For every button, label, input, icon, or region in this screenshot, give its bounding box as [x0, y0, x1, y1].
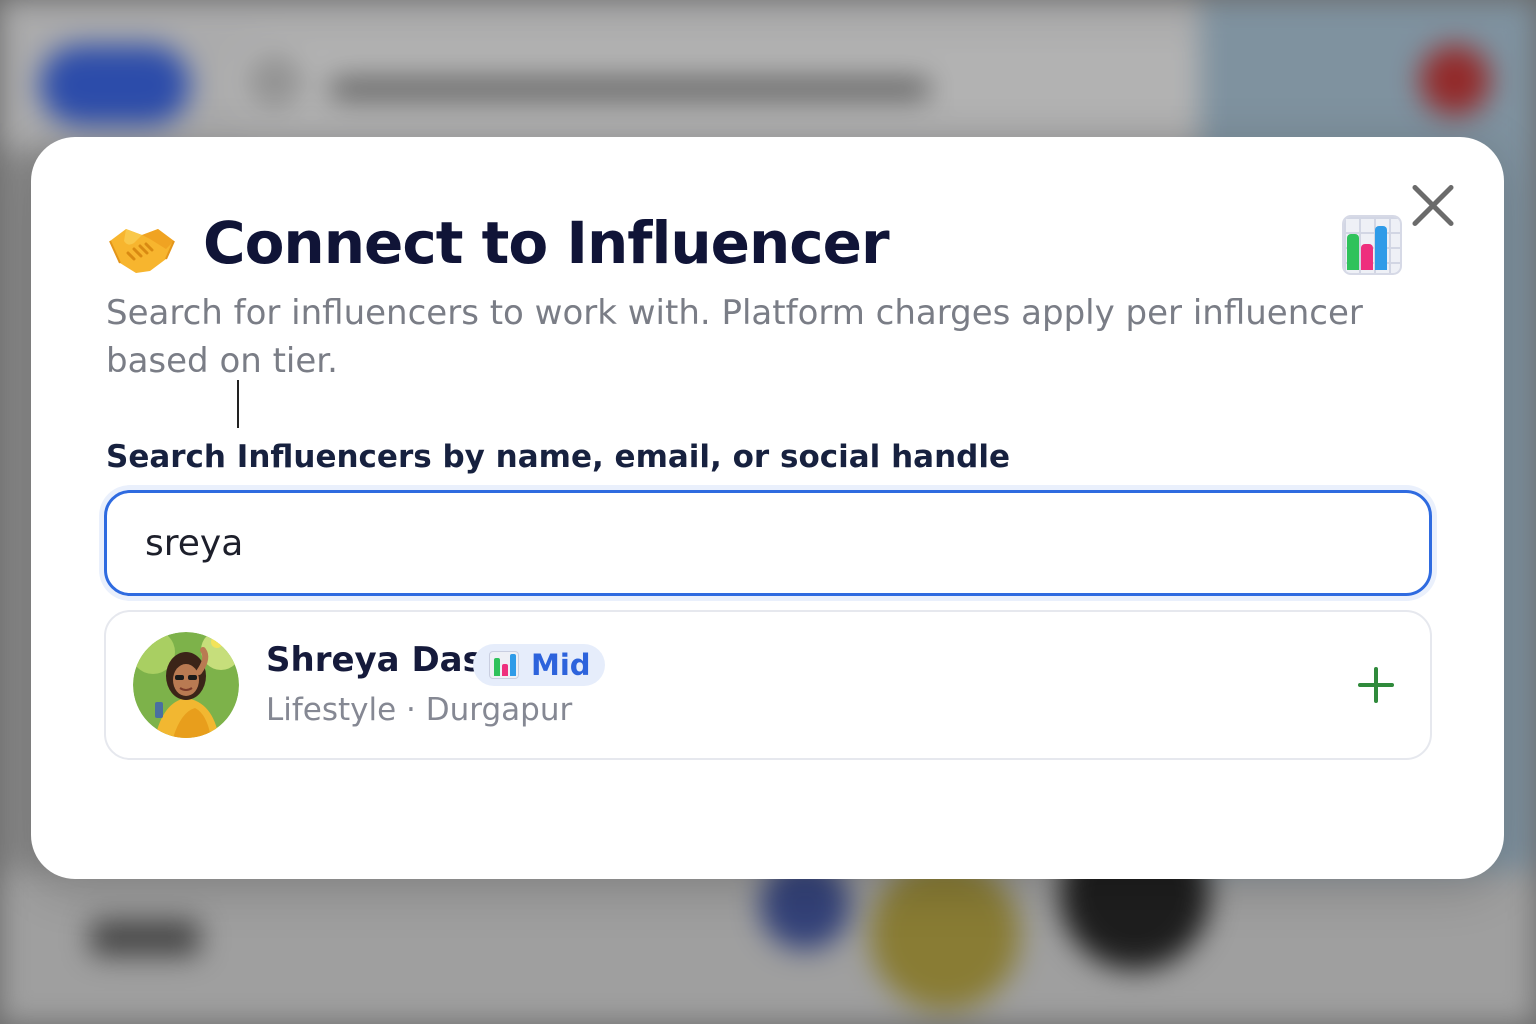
bar-chart-icon — [1342, 215, 1402, 275]
search-result-item[interactable]: Shreya Das Mid Lifestyle · Durgapur — [104, 610, 1432, 760]
influencer-avatar — [133, 632, 239, 738]
add-influencer-button[interactable] — [1358, 667, 1394, 703]
bar-chart-bar — [1375, 226, 1387, 270]
search-label: Search Influencers by name, email, or so… — [106, 439, 1010, 475]
modal-title: Connect to Influencer — [203, 209, 890, 277]
text-caret — [237, 380, 239, 428]
influencer-search-input[interactable] — [104, 490, 1432, 596]
bar-chart-bar — [1347, 234, 1359, 270]
modal-subtitle: Search for influencers to work with. Pla… — [106, 293, 1363, 381]
bar-chart-bar — [510, 654, 516, 676]
tier-label: Mid — [531, 648, 591, 682]
tier-badge: Mid — [473, 644, 605, 686]
close-icon[interactable] — [1404, 177, 1462, 235]
influencer-meta: Lifestyle · Durgapur — [266, 692, 573, 728]
bar-chart-bar — [502, 664, 508, 676]
handshake-icon — [109, 229, 175, 273]
bar-chart-icon — [489, 651, 519, 679]
bar-chart-bar — [494, 658, 500, 676]
bar-chart-bar — [1361, 244, 1373, 270]
influencer-name: Shreya Das — [266, 640, 483, 680]
